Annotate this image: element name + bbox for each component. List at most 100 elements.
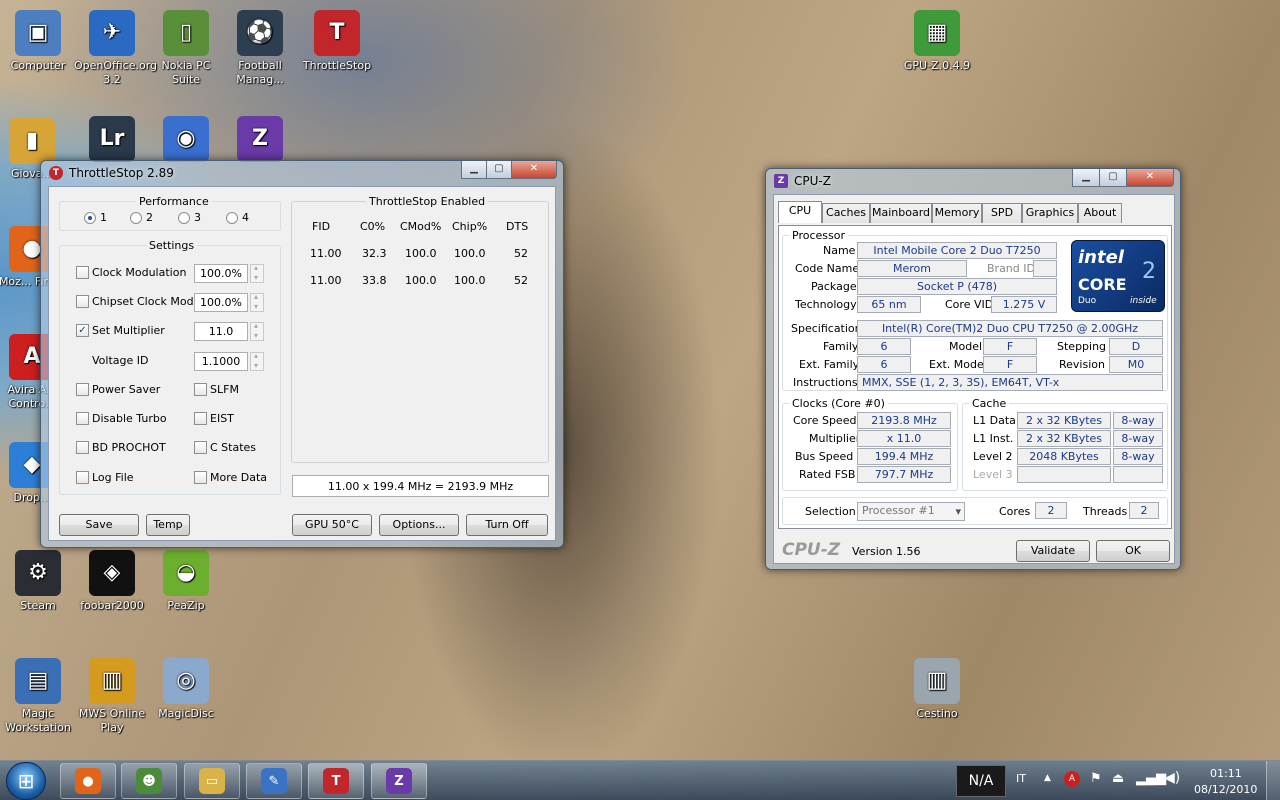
gpu-temp-button[interactable]: GPU 50°C	[292, 514, 372, 536]
chipset-clock-mod-checkbox[interactable]: Chipset Clock Mod	[76, 295, 194, 308]
l1-inst-way: 8-way	[1113, 430, 1163, 447]
minimize-button[interactable]: ▁	[461, 161, 487, 179]
maximize-button[interactable]: ▢	[1099, 169, 1127, 187]
cpuz-titlebar[interactable]: Z CPU-Z ▁ ▢ ✕	[766, 169, 1180, 193]
c-states-checkbox[interactable]: C States	[194, 441, 256, 454]
desktop-icon-disc[interactable]: ◉	[148, 116, 224, 165]
throttlestop-icon: T	[314, 10, 360, 56]
language-indicator[interactable]: IT	[1016, 772, 1026, 785]
performance-radio-2[interactable]: 2	[130, 211, 153, 224]
set-multiplier-checkbox[interactable]: ✓ Set Multiplier	[76, 324, 165, 337]
minimize-button[interactable]: ▁	[1072, 169, 1100, 187]
clock-modulation-checkbox[interactable]: Clock Modulation	[76, 266, 186, 279]
tab-graphics[interactable]: Graphics	[1022, 203, 1078, 223]
maximize-button[interactable]: ▢	[486, 161, 512, 179]
cell-cmod: 100.0	[405, 274, 437, 287]
intel-core2-duo-logo: intel 2 CORE Duo inside	[1071, 240, 1165, 312]
save-button[interactable]: Save	[59, 514, 139, 536]
clock-modulation-value[interactable]: 100.0%	[194, 264, 248, 283]
taskbar-firefox[interactable]: ●	[60, 763, 116, 799]
throttlestop-window[interactable]: T ThrottleStop 2.89 ▁ ▢ ✕ Performance 1 …	[40, 160, 564, 548]
set-multiplier-spinner[interactable]	[250, 321, 264, 341]
col-header-cmod: CMod%	[400, 220, 442, 233]
desktop-icon-magicdisc[interactable]: ◎ MagicDisc	[148, 658, 224, 721]
desktop-icon-openoffice[interactable]: ✈ OpenOffice.org 3.2	[74, 10, 157, 87]
cpuz-window[interactable]: Z CPU-Z ▁ ▢ ✕ CPU Caches Mainboard Memor…	[765, 168, 1181, 570]
processor-title: Processor	[789, 229, 848, 242]
radio-icon	[130, 211, 142, 224]
taskbar-cpuz[interactable]: Z	[371, 763, 427, 799]
chipset-clock-mod-value[interactable]: 100.0%	[194, 293, 248, 312]
desktop-icon-peazip[interactable]: ◒ PeaZip	[148, 550, 224, 613]
tab-spd[interactable]: SPD	[982, 203, 1022, 223]
close-button[interactable]: ✕	[511, 161, 557, 179]
validate-button[interactable]: Validate	[1016, 540, 1090, 562]
desktop-icon-magic-workstation[interactable]: ▤ Magic Workstation	[0, 658, 76, 735]
firefox-icon: ●	[75, 768, 101, 794]
show-desktop-button[interactable]	[1266, 761, 1280, 800]
slfm-checkbox[interactable]: SLFM	[194, 383, 239, 396]
options-button[interactable]: Options...	[379, 514, 459, 536]
voltage-id-value[interactable]: 1.1000	[194, 352, 248, 371]
signal-icon[interactable]: ▂▄▆	[1136, 771, 1166, 786]
temp-button[interactable]: Temp	[146, 514, 190, 536]
voltage-id-spinner[interactable]	[250, 351, 264, 371]
avira-tray-icon[interactable]: A	[1064, 771, 1080, 787]
show-hidden-icons-arrow-icon[interactable]: ▲	[1044, 773, 1051, 783]
set-multiplier-value[interactable]: 11.0	[194, 322, 248, 341]
desktop-icon-throttlestop[interactable]: T ThrottleStop	[299, 10, 375, 73]
start-button[interactable]: ⊞	[6, 762, 46, 800]
taskbar-throttlestop[interactable]: T	[308, 763, 364, 799]
flag-icon[interactable]: ⚑	[1090, 771, 1102, 786]
tab-memory[interactable]: Memory	[932, 203, 982, 223]
safely-remove-icon[interactable]: ⏏	[1112, 771, 1124, 786]
tab-mainboard[interactable]: Mainboard	[870, 203, 932, 223]
processor-select-value: Processor #1	[862, 504, 935, 517]
desktop-icon-nokia[interactable]: ▯ Nokia PC Suite	[148, 10, 224, 87]
desktop-icon-label: Football Manag...	[236, 59, 284, 86]
processor-select[interactable]: Processor #1 ▾	[857, 502, 965, 521]
desktop-icon-cpuz[interactable]: Z	[222, 116, 298, 165]
ok-button[interactable]: OK	[1096, 540, 1170, 562]
taskbar-paint[interactable]: ✎	[246, 763, 302, 799]
turn-off-button[interactable]: Turn Off	[466, 514, 548, 536]
log-file-checkbox[interactable]: Log File	[76, 471, 134, 484]
tab-caches[interactable]: Caches	[822, 203, 870, 223]
clock-date[interactable]: 08/12/2010	[1194, 783, 1257, 796]
performance-radio-4[interactable]: 4	[226, 211, 249, 224]
more-data-checkbox[interactable]: More Data	[194, 471, 267, 484]
desktop-icon-label: Nokia PC Suite	[161, 59, 211, 86]
na-indicator[interactable]: N/A	[956, 765, 1006, 797]
volume-icon[interactable]: ◀)	[1164, 770, 1180, 786]
close-button[interactable]: ✕	[1126, 169, 1174, 187]
disable-turbo-checkbox[interactable]: Disable Turbo	[76, 412, 167, 425]
desktop-icon-steam[interactable]: ⚙ Steam	[0, 550, 76, 613]
l1-data-label: L1 Data	[973, 414, 1016, 427]
cell-dts: 52	[514, 274, 528, 287]
eist-checkbox[interactable]: EIST	[194, 412, 234, 425]
taskbar-users[interactable]: ☻	[121, 763, 177, 799]
steam-icon: ⚙	[15, 550, 61, 596]
checkbox-icon	[194, 471, 207, 484]
taskbar-explorer[interactable]: ▭	[184, 763, 240, 799]
level3-way	[1113, 466, 1163, 483]
performance-radio-3[interactable]: 3	[178, 211, 201, 224]
clock-time[interactable]: 01:11	[1210, 767, 1242, 780]
chevron-down-icon: ▾	[955, 505, 961, 518]
clock-modulation-spinner[interactable]	[250, 263, 264, 283]
bd-prochot-checkbox[interactable]: BD PROCHOT	[76, 441, 166, 454]
power-saver-checkbox[interactable]: Power Saver	[76, 383, 160, 396]
desktop-icon-mws-online[interactable]: ▥ MWS Online Play	[74, 658, 150, 735]
desktop-icon-football-manager[interactable]: ⚽ Football Manag...	[222, 10, 298, 87]
tab-cpu[interactable]: CPU	[778, 201, 822, 223]
desktop-icon-computer[interactable]: ▣ Computer	[0, 10, 76, 73]
desktop-icon-foobar[interactable]: ◈ foobar2000	[74, 550, 150, 613]
performance-radio-1[interactable]: 1	[84, 211, 107, 224]
throttlestop-titlebar[interactable]: T ThrottleStop 2.89 ▁ ▢ ✕	[41, 161, 563, 185]
checkbox-icon	[76, 412, 89, 425]
desktop-icon-gpuz[interactable]: ▦ GPU-Z.0.4.9	[899, 10, 975, 73]
tab-about[interactable]: About	[1078, 203, 1122, 223]
desktop-icon-recycle-bin[interactable]: ▥ Cestino	[899, 658, 975, 721]
desktop-icon-lightroom[interactable]: Lr	[74, 116, 150, 165]
chipset-clock-mod-spinner[interactable]	[250, 292, 264, 312]
